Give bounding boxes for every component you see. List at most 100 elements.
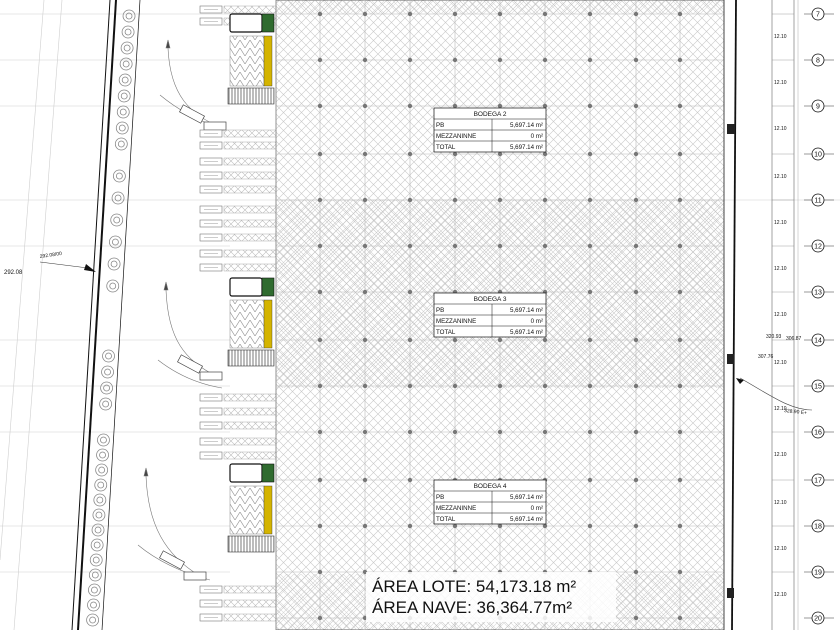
svg-text:18: 18 [814,524,822,531]
structural-column [362,151,368,157]
structural-column [677,429,683,435]
structural-column [362,103,368,109]
svg-text:11: 11 [814,198,821,205]
tree [96,448,109,462]
bay-dimension-label: 12.10 [774,500,787,506]
warehouse-area-table: BODEGA 3 PB 5,697.14 m² MEZZANINNE 0 m² TOTAL… [433,292,547,338]
structural-column [317,243,323,249]
structural-column [452,243,458,249]
tree [111,191,125,205]
svg-text:13: 13 [814,290,822,297]
structural-column [362,337,368,343]
tree [118,73,132,87]
structural-column [497,103,503,109]
tree [95,463,109,477]
structural-column [677,57,683,63]
warehouse-name: BODEGA 2 [474,111,507,118]
table-row-label: MEZZANINNE [436,505,476,512]
structural-column [497,151,503,157]
svg-text:15: 15 [814,384,822,391]
tree [106,279,120,293]
structural-column [633,289,639,295]
grid-bubble: 17 [804,473,834,487]
svg-text:17: 17 [814,478,822,485]
structural-column [677,523,683,529]
tree [90,538,104,552]
warehouse-name: BODEGA 4 [474,483,507,490]
left-dimension: 292.08 292.08/00 [4,251,96,276]
structural-column [452,429,458,435]
structural-column [407,151,413,157]
warehouse-area-table: BODEGA 2 PB 5,697.14 m² MEZZANINNE 0 m² TOTAL… [433,107,547,153]
parking-stall [199,5,277,14]
grid-bubble: 12 [804,239,834,253]
site-plan-drawing: 292.08 292.08/00 320.93 306.87 307.76 32… [0,0,840,630]
structural-column [633,569,639,575]
structural-column [587,243,593,249]
table-row-value: 0 m² [531,505,543,512]
table-row-value: 5,697.14 m² [510,329,543,336]
structural-column [497,429,503,435]
structural-column [677,151,683,157]
table-row-label: PB [436,494,444,501]
parking-stall [199,233,277,242]
bay-dimension-label: 12.10 [774,452,787,458]
svg-text:9: 9 [816,104,820,111]
parking-stall [199,219,277,228]
tree [107,257,121,271]
bay-dimension-label: 12.10 [774,312,787,318]
structural-column [497,523,503,529]
bay-dimension-label: 12.10 [774,592,787,598]
parking-stall [199,585,277,594]
structural-column [633,477,639,483]
structural-column [542,103,548,109]
parking-stall [199,185,277,194]
structural-column [407,11,413,17]
parking-stall [199,263,277,272]
structural-column [497,243,503,249]
structural-column [542,523,548,529]
tree [93,493,107,507]
structural-column [677,569,683,575]
table-row-value: 0 m² [531,133,543,140]
grid-bubble: 15 [804,379,834,393]
grid-bubble: 9 [804,99,834,113]
structural-column [633,243,639,249]
structural-column [317,383,323,389]
structural-column [362,383,368,389]
structural-column [633,11,639,17]
bay-dimension-label: 12.10 [774,546,787,552]
tree [112,169,126,183]
svg-text:10: 10 [814,152,822,159]
structural-column [362,11,368,17]
bay-dimension-label: 12.10 [774,34,787,40]
structural-column [362,57,368,63]
structural-column [542,197,548,203]
structural-column [633,615,639,621]
parking-stall [199,599,277,608]
structural-column [497,11,503,17]
area-lote-label: ÁREA LOTE: 54,173.18 m² [372,577,576,596]
structural-column [407,383,413,389]
tree [99,397,113,411]
structural-column [542,383,548,389]
grid-bubble: 7 [804,7,834,21]
structural-column [497,337,503,343]
structural-column [587,57,593,63]
bay-dimension-label: 12.10 [774,360,787,366]
structural-column [407,523,413,529]
table-row-label: TOTAL [436,329,456,336]
tree [101,365,114,379]
svg-text:7: 7 [816,12,820,19]
dock-block [227,463,275,553]
structural-column [452,337,458,343]
tree [89,553,103,567]
grid-bubble: 18 [804,519,834,533]
tree [122,9,136,23]
structural-column [677,11,683,17]
svg-text:20: 20 [814,616,822,623]
dock-block [227,277,275,367]
bay-dimension-label: 12.10 [774,266,787,272]
table-row-label: PB [436,307,444,314]
right-dimensions: 320.93 306.87 307.76 328.90 E+ [727,124,813,598]
